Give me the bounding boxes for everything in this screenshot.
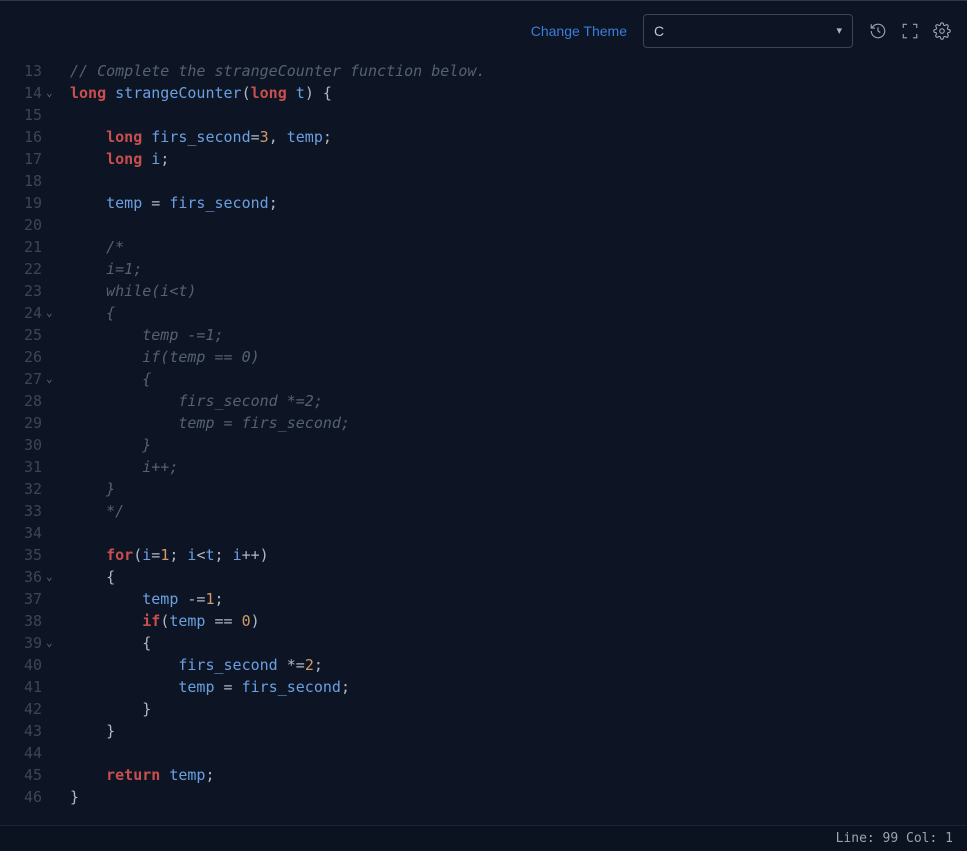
code-line[interactable] [70, 170, 967, 192]
code-line[interactable]: } [70, 786, 967, 808]
toolbar: Change Theme C ▾ [0, 0, 967, 60]
line-number: 21 [0, 236, 48, 258]
code-line[interactable]: while(i<t) [70, 280, 967, 302]
code-line[interactable]: i=1; [70, 258, 967, 280]
code-line[interactable]: } [70, 478, 967, 500]
line-number: 31 [0, 456, 48, 478]
code-line[interactable]: temp -=1; [70, 324, 967, 346]
language-select[interactable]: C ▾ [643, 14, 853, 48]
line-number: 40 [0, 654, 48, 676]
fold-toggle-icon[interactable]: ⌄ [46, 82, 60, 104]
language-select-value: C [654, 23, 664, 39]
line-number: 39⌄ [0, 632, 48, 654]
code-line[interactable]: if(temp == 0) [70, 610, 967, 632]
line-number: 26 [0, 346, 48, 368]
line-number: 27⌄ [0, 368, 48, 390]
code-editor[interactable]: 1314⌄15161718192021222324⌄252627⌄2829303… [0, 60, 967, 825]
statusbar: Line: 99 Col: 1 [0, 825, 967, 851]
line-number: 25 [0, 324, 48, 346]
line-number: 37 [0, 588, 48, 610]
line-number: 34 [0, 522, 48, 544]
code-line[interactable]: long firs_second=3, temp; [70, 126, 967, 148]
line-number: 16 [0, 126, 48, 148]
line-number: 17 [0, 148, 48, 170]
code-line[interactable]: long strangeCounter(long t) { [70, 82, 967, 104]
line-number: 20 [0, 214, 48, 236]
change-theme-link[interactable]: Change Theme [531, 23, 627, 39]
line-number: 19 [0, 192, 48, 214]
line-number: 13 [0, 60, 48, 82]
line-number: 23 [0, 280, 48, 302]
line-number: 36⌄ [0, 566, 48, 588]
line-number: 45 [0, 764, 48, 786]
code-line[interactable]: { [70, 368, 967, 390]
line-number: 18 [0, 170, 48, 192]
code-line[interactable]: /* [70, 236, 967, 258]
chevron-down-icon: ▾ [836, 24, 842, 37]
line-number: 30 [0, 434, 48, 456]
line-number: 22 [0, 258, 48, 280]
history-icon[interactable] [869, 22, 887, 40]
fold-toggle-icon[interactable]: ⌄ [46, 302, 60, 324]
fold-toggle-icon[interactable]: ⌄ [46, 632, 60, 654]
line-number: 28 [0, 390, 48, 412]
line-number: 15 [0, 104, 48, 126]
line-number: 46 [0, 786, 48, 808]
line-number: 35 [0, 544, 48, 566]
code-area[interactable]: // Complete the strangeCounter function … [48, 60, 967, 825]
code-line[interactable] [70, 214, 967, 236]
code-line[interactable] [70, 104, 967, 126]
code-line[interactable]: i++; [70, 456, 967, 478]
code-line[interactable] [70, 742, 967, 764]
code-line[interactable]: if(temp == 0) [70, 346, 967, 368]
line-number: 42 [0, 698, 48, 720]
code-line[interactable]: { [70, 632, 967, 654]
line-number: 44 [0, 742, 48, 764]
code-line[interactable]: return temp; [70, 764, 967, 786]
code-line[interactable]: } [70, 698, 967, 720]
code-line[interactable]: firs_second *=2; [70, 390, 967, 412]
line-number: 14⌄ [0, 82, 48, 104]
fullscreen-icon[interactable] [901, 22, 919, 40]
line-number: 33 [0, 500, 48, 522]
code-line[interactable]: { [70, 566, 967, 588]
code-line[interactable]: temp = firs_second; [70, 192, 967, 214]
line-number: 29 [0, 412, 48, 434]
code-line[interactable]: temp = firs_second; [70, 676, 967, 698]
line-number: 38 [0, 610, 48, 632]
cursor-position: Line: 99 Col: 1 [836, 831, 953, 846]
line-number: 43 [0, 720, 48, 742]
code-line[interactable]: } [70, 720, 967, 742]
gear-icon[interactable] [933, 22, 951, 40]
code-line[interactable] [70, 522, 967, 544]
code-line[interactable]: for(i=1; i<t; i++) [70, 544, 967, 566]
code-line[interactable]: { [70, 302, 967, 324]
fold-toggle-icon[interactable]: ⌄ [46, 566, 60, 588]
code-line[interactable]: temp = firs_second; [70, 412, 967, 434]
code-line[interactable]: firs_second *=2; [70, 654, 967, 676]
line-number: 32 [0, 478, 48, 500]
code-line[interactable]: */ [70, 500, 967, 522]
code-line[interactable]: } [70, 434, 967, 456]
line-number: 41 [0, 676, 48, 698]
line-number: 24⌄ [0, 302, 48, 324]
code-line[interactable]: temp -=1; [70, 588, 967, 610]
fold-toggle-icon[interactable]: ⌄ [46, 368, 60, 390]
code-line[interactable]: long i; [70, 148, 967, 170]
gutter: 1314⌄15161718192021222324⌄252627⌄2829303… [0, 60, 48, 825]
tool-icons [869, 22, 951, 40]
code-line[interactable]: // Complete the strangeCounter function … [70, 60, 967, 82]
